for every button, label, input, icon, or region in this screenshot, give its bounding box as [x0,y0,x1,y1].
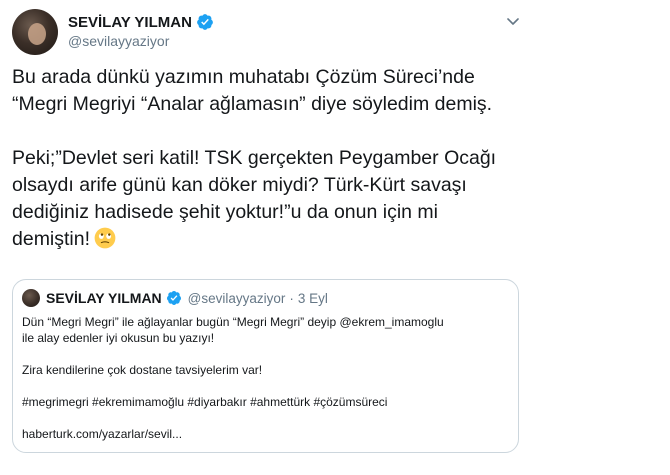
avatar[interactable] [12,9,58,55]
author-handle[interactable]: @sevilayyaziyor [68,33,169,49]
verified-badge-icon [197,14,213,30]
quoted-line-2: ile alay edenler iyi okusun bu yazıyı! [22,331,215,345]
chevron-down-icon[interactable] [505,13,521,29]
quoted-verified-badge-icon [166,291,181,305]
quoted-tweet-body: Dün “Megri Megri” ile ağlayanlar bugün “… [22,314,512,442]
quoted-link: haberturk.com/yazarlar/sevil... [22,427,183,441]
quoted-hashtags: #megrimegri #ekremimamoğlu #diyarbakır #… [22,395,388,409]
quoted-avatar [22,289,40,307]
author-display-name[interactable]: SEVİLAY YILMAN [68,14,192,31]
quoted-date: 3 Eyl [297,290,328,306]
author-header: SEVİLAY YILMAN [68,13,214,31]
quoted-author-handle: @sevilayyaziyor [187,290,286,306]
tweet-paragraph-1: Bu arada dünkü yazımın muhatabı Çözüm Sü… [12,66,493,115]
quoted-separator: · [289,290,294,306]
avatar-face [28,23,46,45]
quoted-tweet[interactable]: SEVİLAY YILMAN @sevilayyaziyor · 3 Eyl D… [12,279,519,453]
tweet-text: Bu arada dünkü yazımın muhatabı Çözüm Sü… [12,64,532,253]
tweet-paragraph-2-text: Peki;”Devlet seri katil! TSK gerçekten P… [12,147,497,250]
face-with-rolling-eyes-emoji-icon [94,227,116,249]
quoted-line-3: Zira kendilerine çok dostane tavsiyeleri… [22,363,263,377]
tweet: SEVİLAY YILMAN @sevilayyaziyor Bu arada … [0,0,670,475]
tweet-paragraph-2: Peki;”Devlet seri katil! TSK gerçekten P… [12,145,532,253]
quoted-tweet-header: SEVİLAY YILMAN @sevilayyaziyor · 3 Eyl [22,289,328,307]
quoted-line-1: Dün “Megri Megri” ile ağlayanlar bugün “… [22,315,444,329]
quoted-author-display-name: SEVİLAY YILMAN [46,290,162,306]
